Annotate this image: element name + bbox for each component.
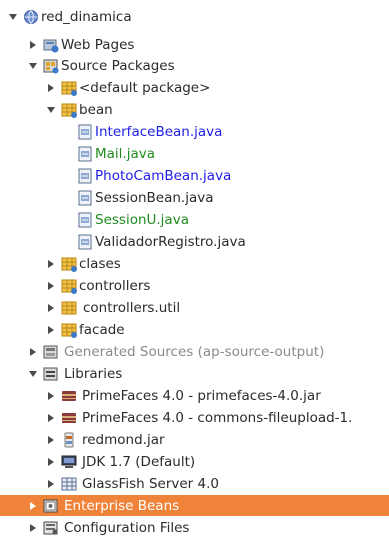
- tree-node-label: bean: [79, 101, 113, 118]
- configuration-files-icon: [43, 520, 59, 536]
- collapsed-toggle-icon[interactable]: [46, 297, 56, 318]
- expanded-toggle-icon[interactable]: [8, 6, 18, 27]
- collapsed-toggle-icon[interactable]: [46, 385, 56, 406]
- tree-node-label: JDK 1.7 (Default): [82, 453, 196, 470]
- tree-node-generated-sources[interactable]: Generated Sources (ap-source-output): [0, 341, 389, 362]
- libraries-folder-icon: [43, 366, 59, 382]
- tree-node-file[interactable]: ValidadorRegistro.java: [0, 231, 389, 252]
- tree-node-label: facade: [79, 321, 125, 338]
- package-icon: [61, 102, 77, 118]
- tree-node-library[interactable]: JDK 1.7 (Default): [0, 451, 389, 472]
- tree-node-label: Libraries: [64, 365, 123, 382]
- jar-library-icon: [61, 388, 77, 404]
- tree-node-file[interactable]: PhotoCamBean.java: [0, 165, 389, 186]
- tree-node-label: Configuration Files: [64, 519, 190, 536]
- java-file-icon: [77, 168, 93, 184]
- package-icon: [61, 256, 77, 272]
- java-file-icon: [77, 146, 93, 162]
- collapsed-toggle-icon[interactable]: [28, 517, 38, 538]
- tree-node-label: ValidadorRegistro.java: [95, 233, 246, 250]
- collapsed-toggle-icon[interactable]: [28, 341, 38, 362]
- tree-node-enterprise-beans[interactable]: Enterprise Beans: [0, 495, 389, 516]
- tree-node-default-package[interactable]: <default package>: [0, 77, 389, 98]
- collapsed-toggle-icon[interactable]: [28, 34, 38, 55]
- tree-node-file[interactable]: SessionU.java: [0, 209, 389, 230]
- tree-node-facade-package[interactable]: facade: [0, 319, 389, 340]
- tree-node-label: controllers: [79, 277, 151, 294]
- jdk-platform-icon: [61, 454, 77, 470]
- tree-node-label: clases: [79, 255, 121, 272]
- tree-node-library[interactable]: PrimeFaces 4.0 - primefaces-4.0.jar: [0, 385, 389, 406]
- jar-file-icon: [61, 432, 77, 448]
- tree-node-label: PrimeFaces 4.0 - primefaces-4.0.jar: [82, 387, 321, 404]
- java-file-icon: [77, 212, 93, 228]
- tree-node-file[interactable]: SessionBean.java: [0, 187, 389, 208]
- collapsed-toggle-icon[interactable]: [46, 253, 56, 274]
- tree-node-controllers-package[interactable]: controllers: [0, 275, 389, 296]
- package-icon: [61, 322, 77, 338]
- collapsed-toggle-icon[interactable]: [46, 319, 56, 340]
- tree-node-file[interactable]: Mail.java: [0, 143, 389, 164]
- tree-node-configuration-files[interactable]: Configuration Files: [0, 517, 389, 538]
- server-library-icon: [61, 476, 77, 492]
- web-project-globe-icon: [23, 9, 39, 25]
- expanded-toggle-icon[interactable]: [46, 99, 56, 120]
- tree-node-label: SessionU.java: [95, 211, 189, 228]
- tree-node-label: Web Pages: [61, 36, 135, 53]
- tree-node-web-pages[interactable]: Web Pages: [0, 34, 389, 55]
- tree-node-clases-package[interactable]: clases: [0, 253, 389, 274]
- expanded-toggle-icon[interactable]: [28, 55, 38, 76]
- tree-node-libraries[interactable]: Libraries: [0, 363, 389, 384]
- tree-node-label: Generated Sources (ap-source-output): [64, 343, 325, 360]
- tree-node-label: controllers.util: [83, 299, 181, 316]
- tree-node-library[interactable]: GlassFish Server 4.0: [0, 473, 389, 494]
- generated-sources-folder-icon: [43, 344, 59, 360]
- package-icon: [61, 300, 77, 316]
- collapsed-toggle-icon[interactable]: [46, 275, 56, 296]
- tree-node-file[interactable]: InterfaceBean.java: [0, 121, 389, 142]
- tree-node-label: SessionBean.java: [95, 189, 214, 206]
- collapsed-toggle-icon[interactable]: [46, 451, 56, 472]
- tree-node-label: PrimeFaces 4.0 - commons-fileupload-1.: [82, 409, 353, 426]
- java-file-icon: [77, 190, 93, 206]
- expanded-toggle-icon[interactable]: [28, 363, 38, 384]
- package-icon: [61, 278, 77, 294]
- web-pages-folder-icon: [43, 37, 59, 53]
- collapsed-toggle-icon[interactable]: [46, 473, 56, 494]
- collapsed-toggle-icon[interactable]: [46, 77, 56, 98]
- enterprise-beans-icon: [43, 498, 59, 514]
- collapsed-toggle-icon[interactable]: [28, 495, 38, 516]
- tree-node-label: Source Packages: [61, 57, 175, 74]
- tree-node-project[interactable]: red_dinamica: [0, 6, 389, 27]
- tree-node-label: InterfaceBean.java: [95, 123, 223, 140]
- tree-node-library[interactable]: PrimeFaces 4.0 - commons-fileupload-1.: [0, 407, 389, 428]
- tree-node-label: Mail.java: [95, 145, 155, 162]
- java-file-icon: [77, 124, 93, 140]
- tree-node-label: Enterprise Beans: [64, 497, 180, 514]
- tree-node-label: GlassFish Server 4.0: [82, 475, 219, 492]
- package-icon: [61, 80, 77, 96]
- tree-node-library[interactable]: redmond.jar: [0, 429, 389, 450]
- collapsed-toggle-icon[interactable]: [46, 429, 56, 450]
- jar-library-icon: [61, 410, 77, 426]
- collapsed-toggle-icon[interactable]: [46, 407, 56, 428]
- tree-node-label: <default package>: [79, 79, 211, 96]
- tree-node-controllers-util-package[interactable]: controllers.util: [0, 297, 389, 318]
- tree-node-label: red_dinamica: [41, 8, 132, 25]
- source-packages-folder-icon: [43, 58, 59, 74]
- tree-node-source-packages[interactable]: Source Packages: [0, 55, 389, 76]
- tree-node-bean-package[interactable]: bean: [0, 99, 389, 120]
- tree-node-label: redmond.jar: [82, 431, 165, 448]
- java-file-icon: [77, 234, 93, 250]
- tree-node-label: PhotoCamBean.java: [95, 167, 232, 184]
